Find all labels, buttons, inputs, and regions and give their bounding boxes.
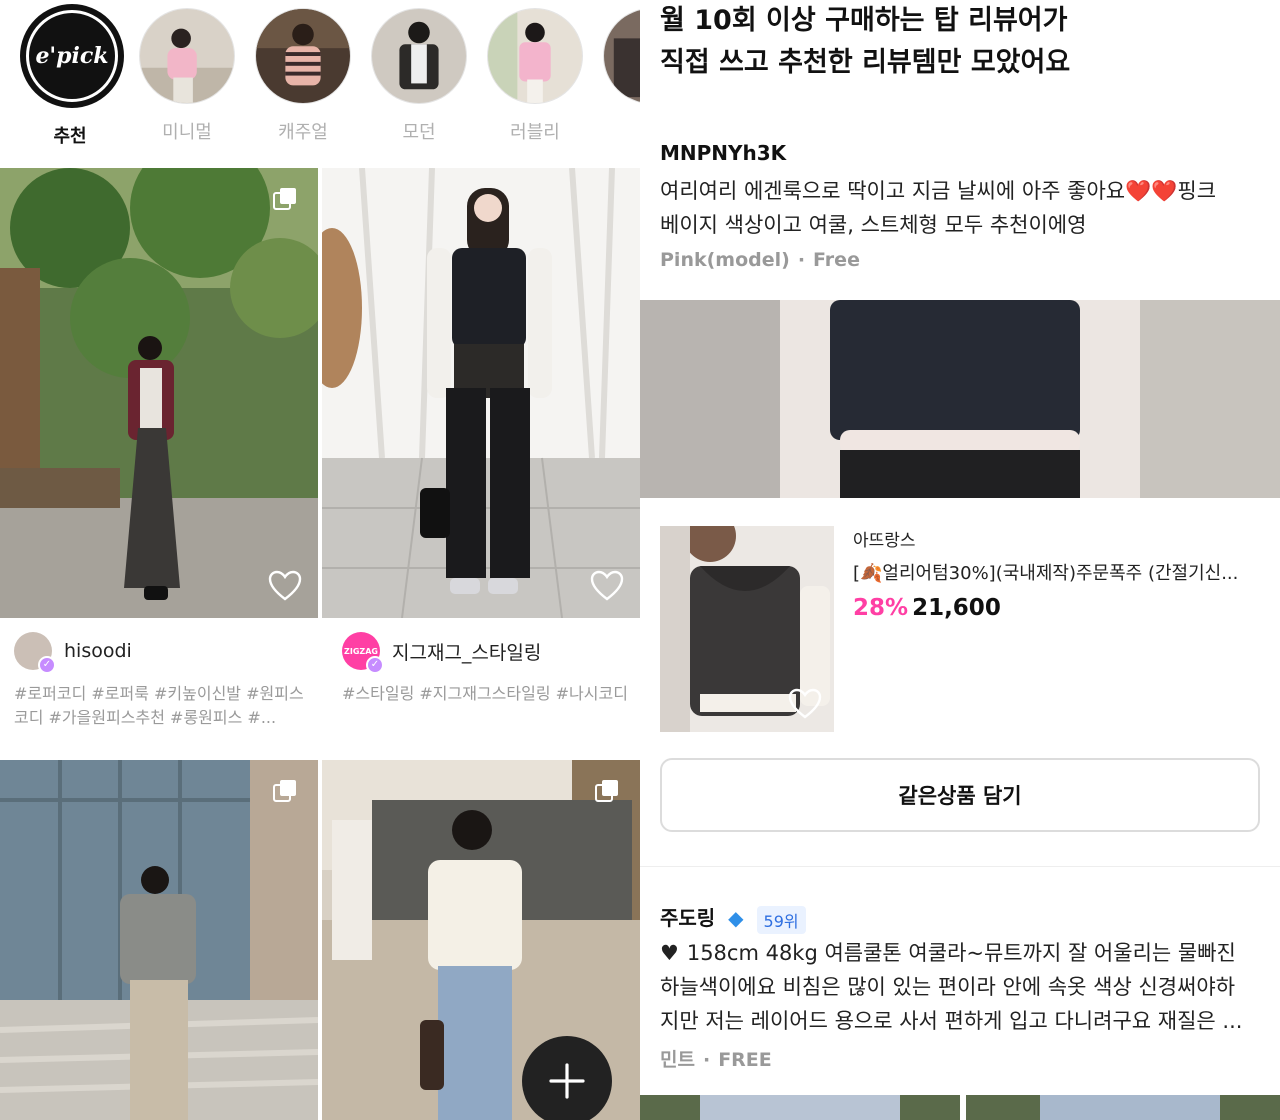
feed-photo-1[interactable] [0, 168, 318, 618]
review-photo[interactable] [640, 300, 1280, 498]
review-text-line: 하늘색이에요 비침은 많이 있는 편이라 안에 속옷 색상 신경써야하 [660, 975, 1236, 999]
feed-author-1[interactable]: ✓ hisoodi [14, 632, 132, 674]
plus-icon [549, 1063, 585, 1099]
multi-image-icon [273, 188, 296, 210]
category-label: 미니멀 [162, 122, 212, 143]
review-text-line: 158cm 48kg 여름쿨톤 여쿨라~뮤트까지 잘 어울리는 물빠진 [686, 941, 1236, 965]
category-label: 캐주얼 [278, 122, 328, 143]
verified-check-icon: ✓ [366, 656, 384, 674]
category-recommend[interactable]: e'pick 추천 [20, 4, 124, 148]
price-value: 21,600 [912, 595, 1001, 621]
add-same-product-button[interactable]: 같은상품 담기 [660, 758, 1260, 832]
feed-photo-2[interactable] [322, 168, 640, 618]
review-text-line: 베이지 색상이고 여쿨, 스트체형 모두 추천이에영 [660, 213, 1087, 237]
author-name: 지그재그_스타일링 [392, 641, 542, 664]
category-label: 스 [601, 118, 640, 144]
heart-icon[interactable] [268, 570, 302, 602]
section-headline: 월 10회 이상 구매하는 탑 리뷰어가 직접 쓰고 추천한 리뷰템만 모았어요 [660, 0, 1070, 84]
avatar: ✓ [14, 632, 56, 674]
epick-logo: e'pick [20, 4, 124, 108]
category-lovely[interactable]: 러블리 [485, 8, 585, 144]
diamond-icon: ◆ [728, 906, 744, 930]
category-thumbnail [603, 8, 640, 104]
zigzag-avatar-text: ZIGZAG [344, 646, 378, 656]
review-text-line: 여리여리 에겐룩으로 딱이고 지금 날씨에 아주 좋아요 [660, 179, 1126, 203]
screen: e'pick 추천 미니멀 캐주얼 모던 러블리 ✓ hisoodi #로퍼코디… [0, 0, 1280, 1120]
discount-rate: 28% [853, 595, 909, 621]
heart-icon[interactable] [788, 688, 822, 720]
reviewer-2[interactable]: 주도링 ◆ 59위 [660, 902, 806, 934]
review-option: 민트 [660, 1049, 695, 1071]
review-text-line: 지만 저는 레이어드 용으로 사서 편하게 입고 다니려구요 재질은 ... [660, 1009, 1243, 1033]
review-size: Free [813, 249, 860, 271]
review-text-2: ♥ 158cm 48kg 여름쿨톤 여쿨라~뮤트까지 잘 어울리는 물빠진 하늘색… [660, 936, 1260, 1038]
reviewer-name: 주도링 [660, 906, 716, 930]
category-thumbnail [139, 8, 235, 104]
review-option-meta-2: 민트 · FREE [660, 1049, 772, 1071]
red-heart-icon: ❤️❤️ [1125, 179, 1178, 203]
feed-panel: e'pick 추천 미니멀 캐주얼 모던 러블리 ✓ hisoodi #로퍼코디… [0, 0, 640, 1120]
product-title: [🍂얼리어텀30%](국내제작)주문폭주 (간절기신... [853, 563, 1239, 584]
review-text: 여리여리 에겐룩으로 딱이고 지금 날씨에 아주 좋아요❤️❤️핑크 베이지 색… [660, 174, 1260, 242]
multi-image-icon [273, 780, 296, 802]
feed-photo-3[interactable] [0, 760, 318, 1120]
category-thumbnail [487, 8, 583, 104]
review-option-meta: Pink(model) · Free [660, 249, 860, 271]
category-label: 러블리 [510, 122, 560, 143]
review-text-tail: 핑크 [1177, 179, 1217, 203]
divider [640, 866, 1280, 867]
category-thumbnail [371, 8, 467, 104]
author-name: hisoodi [64, 640, 132, 662]
review-photo-2[interactable] [640, 1095, 1280, 1120]
multi-image-icon [595, 780, 618, 802]
feed-author-2[interactable]: ZIGZAG ✓ 지그재그_스타일링 [342, 632, 542, 674]
category-modern[interactable]: 모던 [369, 8, 469, 144]
category-label: 추천 [53, 126, 87, 147]
avatar: ZIGZAG ✓ [342, 632, 384, 674]
headline-line-1: 월 10회 이상 구매하는 탑 리뷰어가 [660, 5, 1068, 36]
product-thumbnail[interactable] [660, 526, 834, 732]
category-bar: e'pick 추천 미니멀 캐주얼 모던 러블리 [0, 0, 640, 150]
epick-logo-text: e'pick [26, 10, 118, 102]
review-panel: 월 10회 이상 구매하는 탑 리뷰어가 직접 쓰고 추천한 리뷰템만 모았어요… [640, 0, 1280, 1120]
reviewer-name[interactable]: MNPNYh3K [660, 141, 786, 165]
category-casual[interactable]: 캐주얼 [253, 8, 353, 144]
review-option: Pink(model) [660, 249, 790, 271]
headline-line-2: 직접 쓰고 추천한 리뷰템만 모았어요 [660, 47, 1071, 78]
review-size: FREE [718, 1049, 772, 1071]
create-post-button[interactable] [522, 1036, 612, 1120]
shop-name: 아뜨랑스 [853, 531, 916, 551]
feed-tags-2[interactable]: #스타일링 #지그재그스타일링 #나시코디 [342, 682, 632, 706]
category-street[interactable]: 스 [601, 8, 640, 144]
rank-badge: 59위 [756, 905, 806, 934]
black-heart-icon: ♥ [660, 941, 679, 965]
category-label: 모던 [402, 122, 436, 143]
category-thumbnail [255, 8, 351, 104]
heart-icon[interactable] [590, 570, 624, 602]
product-price: 28% 21,600 [853, 595, 1263, 621]
feed-tags-1[interactable]: #로퍼코디 #로퍼룩 #키높이신발 #원피스코디 #가을원피스추천 #롱원피스 … [14, 682, 314, 730]
category-minimal[interactable]: 미니멀 [137, 8, 237, 144]
product-info[interactable]: 아뜨랑스 [🍂얼리어텀30%](국내제작)주문폭주 (간절기신... 28% 21… [853, 526, 1263, 621]
verified-check-icon: ✓ [38, 656, 56, 674]
